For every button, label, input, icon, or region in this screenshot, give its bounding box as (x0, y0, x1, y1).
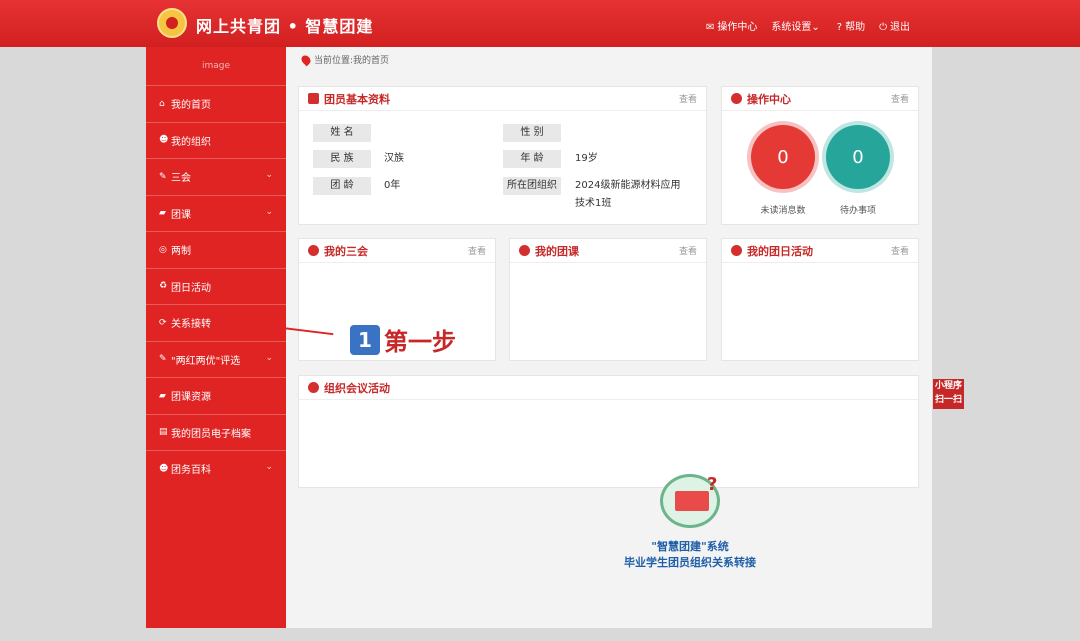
users-icon: ☻ (159, 463, 169, 474)
todo-count-badge[interactable]: 0 (826, 125, 890, 189)
edit-icon: ✎ (159, 354, 167, 365)
power-icon: ⏻ (879, 22, 887, 33)
promo-line2: 毕业学生团员组织关系转接 (624, 556, 756, 569)
help-icon: ? (836, 22, 843, 33)
nav-logout[interactable]: ⏻ 退出 (879, 18, 910, 33)
unread-label: 未读消息数 (760, 206, 806, 216)
sidebar-item-org[interactable]: ☻ 我的组织 (146, 121, 286, 159)
edit-icon: ✎ (159, 171, 167, 182)
promo-line1: "智慧团建"系统 (651, 540, 729, 553)
org-value: 2024级新能源材料应用技术1班 (575, 180, 681, 209)
home-icon: ⌂ (159, 98, 165, 109)
gear-icon (731, 93, 742, 104)
folder-icon: ▰ (159, 208, 166, 219)
view-link[interactable]: 查看 (891, 92, 909, 105)
gender-label: 性 别 (503, 124, 561, 142)
sidebar-item-home[interactable]: ⌂ 我的首页 (146, 85, 286, 122)
top-header: 网上共青团 • 智慧团建 ✉ 操作中心 系统设置 ⌄ ? 帮助 ⏻ 退出 (0, 0, 1080, 47)
pen-icon (519, 245, 530, 256)
step-text: 第一步 (384, 328, 456, 356)
promo-graphic: ? "智慧团建"系统 毕业学生团员组织关系转接 (610, 474, 770, 570)
league-age-value: 0年 (384, 180, 401, 191)
panel-header: 操作中心 查看 (722, 87, 918, 111)
recycle-icon: ♻ (159, 281, 168, 292)
age-label: 年 龄 (503, 150, 561, 168)
question-mark-icon: ? (707, 474, 718, 495)
folder-icon: ▰ (159, 390, 166, 401)
mini-program-tab[interactable]: 小程序 扫一扫 (933, 379, 964, 409)
panel-header: 组织会议活动 (299, 376, 918, 400)
chevron-down-icon: ⌄ (811, 22, 820, 33)
sidebar-item-meetings[interactable]: ✎ 三会 ⌄ (146, 158, 286, 195)
sidebar-item-wiki[interactable]: ☻ 团务百科 ⌄ (146, 450, 286, 487)
panel-header: 我的三会 查看 (299, 239, 495, 263)
nav-settings[interactable]: 系统设置 ⌄ (771, 18, 822, 33)
chevron-down-icon: ⌄ (265, 352, 273, 363)
ethnicity-value: 汉族 (384, 153, 404, 164)
ethnicity-label: 民 族 (313, 150, 371, 168)
activities-panel: 我的团日活动 查看 (721, 238, 919, 361)
sidebar-item-resources[interactable]: ▰ 团课资源 (146, 377, 286, 414)
todo-label: 待办事项 (839, 206, 876, 216)
panel-header: 我的团课 查看 (510, 239, 706, 263)
panel-title: 我的团课 (519, 243, 579, 259)
nav-ops-center[interactable]: ✉ 操作中心 (706, 18, 757, 33)
view-link[interactable]: 查看 (679, 244, 697, 257)
location-pin-icon (299, 53, 313, 66)
id-card-icon (308, 93, 319, 104)
document-icon: ▤ (159, 427, 168, 438)
chevron-down-icon: ⌄ (265, 206, 273, 217)
org-label: 所在团组织 (503, 177, 561, 195)
panel-title: 我的团日活动 (731, 243, 813, 259)
name-label: 姓 名 (313, 124, 371, 142)
lessons-panel: 我的团课 查看 (509, 238, 707, 361)
target-icon: ◎ (159, 244, 167, 255)
sidebar-item-activities[interactable]: ♻ 团日活动 (146, 267, 286, 305)
breadcrumb: 当前位置:我的首页 (299, 53, 389, 66)
chat-icon (308, 382, 319, 393)
panel-title: 团员基本资料 (308, 91, 390, 107)
league-logo (157, 8, 187, 38)
panel-title: 组织会议活动 (308, 380, 390, 396)
users-icon: ☻ (159, 135, 169, 146)
brand-title: 网上共青团 • 智慧团建 (196, 17, 374, 36)
panel-header: 我的团日活动 查看 (722, 239, 918, 263)
view-link[interactable]: 查看 (468, 244, 486, 257)
nav-help[interactable]: ? 帮助 (837, 18, 865, 33)
top-nav: ✉ 操作中心 系统设置 ⌄ ? 帮助 ⏻ 退出 (706, 18, 910, 33)
flag-icon (731, 245, 742, 256)
view-link[interactable]: 查看 (891, 244, 909, 257)
panel-header: 团员基本资料 查看 (299, 87, 706, 111)
step-annotation: 1 第一步 (350, 322, 456, 357)
org-meetings-panel: 组织会议活动 (298, 375, 919, 488)
calendar-icon (308, 245, 319, 256)
sidebar-item-two-systems[interactable]: ◎ 两制 (146, 231, 286, 268)
chevron-down-icon: ⌄ (265, 462, 273, 472)
ops-panel: 操作中心 查看 0 未读消息数 0 待办事项 (721, 86, 919, 225)
mini-program-line1: 小程序 (934, 381, 962, 391)
age-value: 19岁 (575, 153, 598, 164)
sidebar-item-lessons[interactable]: ▰ 团课 ⌄ (146, 194, 286, 232)
profile-panel: 团员基本资料 查看 姓 名 性 别 民 族 汉族 年 龄 19岁 团 龄 0年 … (298, 86, 707, 225)
sidebar-logo: image (201, 61, 231, 71)
panel-title: 我的三会 (308, 243, 368, 259)
highlight-box (154, 306, 234, 338)
mini-program-line2: 扫一扫 (934, 395, 962, 405)
panel-title: 操作中心 (731, 91, 791, 107)
sidebar-item-archive[interactable]: ▤ 我的团员电子档案 (146, 413, 286, 451)
step-number: 1 (350, 324, 380, 355)
mail-icon: ✉ (705, 22, 715, 33)
sidebar-item-awards[interactable]: ✎ "两红两优"评选 ⌄ (146, 340, 286, 378)
unread-count-badge[interactable]: 0 (751, 125, 815, 189)
chevron-down-icon: ⌄ (265, 170, 273, 180)
view-link[interactable]: 查看 (679, 92, 697, 105)
league-age-label: 团 龄 (313, 177, 371, 195)
